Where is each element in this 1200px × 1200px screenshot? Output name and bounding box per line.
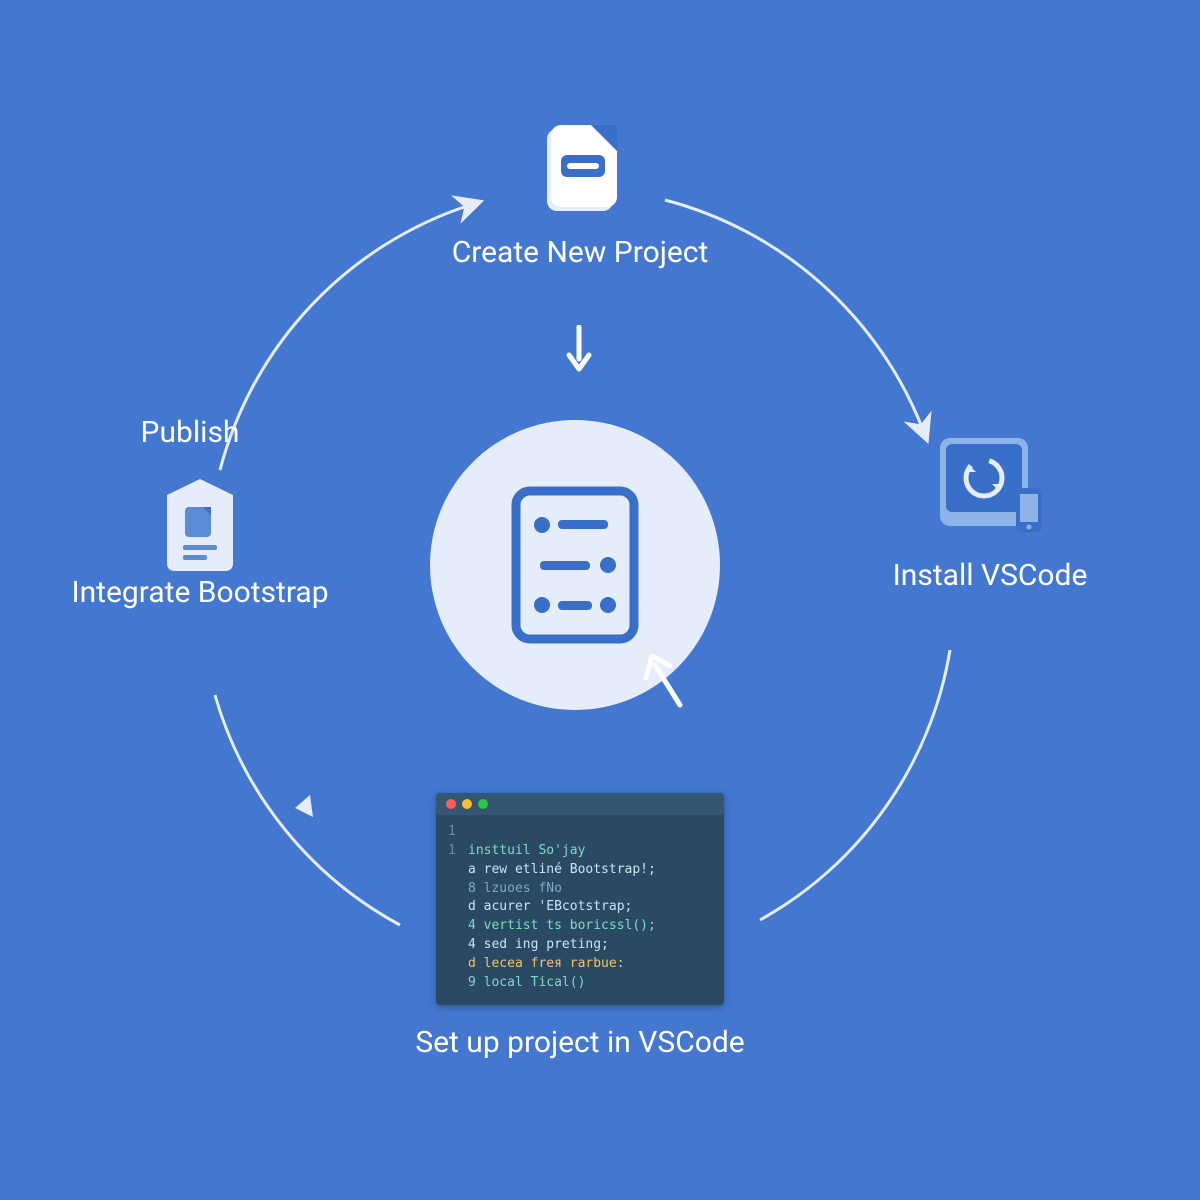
step-publish: Publish bbox=[60, 415, 320, 450]
step-label: Integrate Bootstrap bbox=[70, 575, 330, 610]
list-settings-icon bbox=[510, 485, 640, 645]
step-install-vscode: Install VSCode bbox=[870, 430, 1110, 593]
step-label: Create New Project bbox=[370, 235, 790, 270]
close-dot-icon bbox=[446, 799, 456, 809]
code-editor-window: 1 1insttuil So'jay a rew etliné Bootstra… bbox=[436, 793, 724, 1005]
step-label: Publish bbox=[60, 415, 320, 450]
device-sync-icon bbox=[930, 430, 1050, 540]
window-titlebar bbox=[436, 793, 724, 815]
code-body: 1 1insttuil So'jay a rew etliné Bootstra… bbox=[436, 815, 724, 1005]
step-label: Install VSCode bbox=[870, 558, 1110, 593]
step-create-project: Create New Project bbox=[370, 115, 790, 270]
step-setup-vscode: 1 1insttuil So'jay a rew etliné Bootstra… bbox=[320, 793, 840, 1060]
arrow-inward-icon bbox=[640, 650, 690, 710]
minimize-dot-icon bbox=[462, 799, 472, 809]
file-icon bbox=[155, 475, 245, 575]
document-icon bbox=[525, 115, 635, 225]
arrow-down-icon bbox=[565, 325, 593, 375]
step-label: Set up project in VSCode bbox=[320, 1025, 840, 1060]
step-integrate-bootstrap: Integrate Bootstrap bbox=[70, 475, 330, 610]
maximize-dot-icon bbox=[478, 799, 488, 809]
